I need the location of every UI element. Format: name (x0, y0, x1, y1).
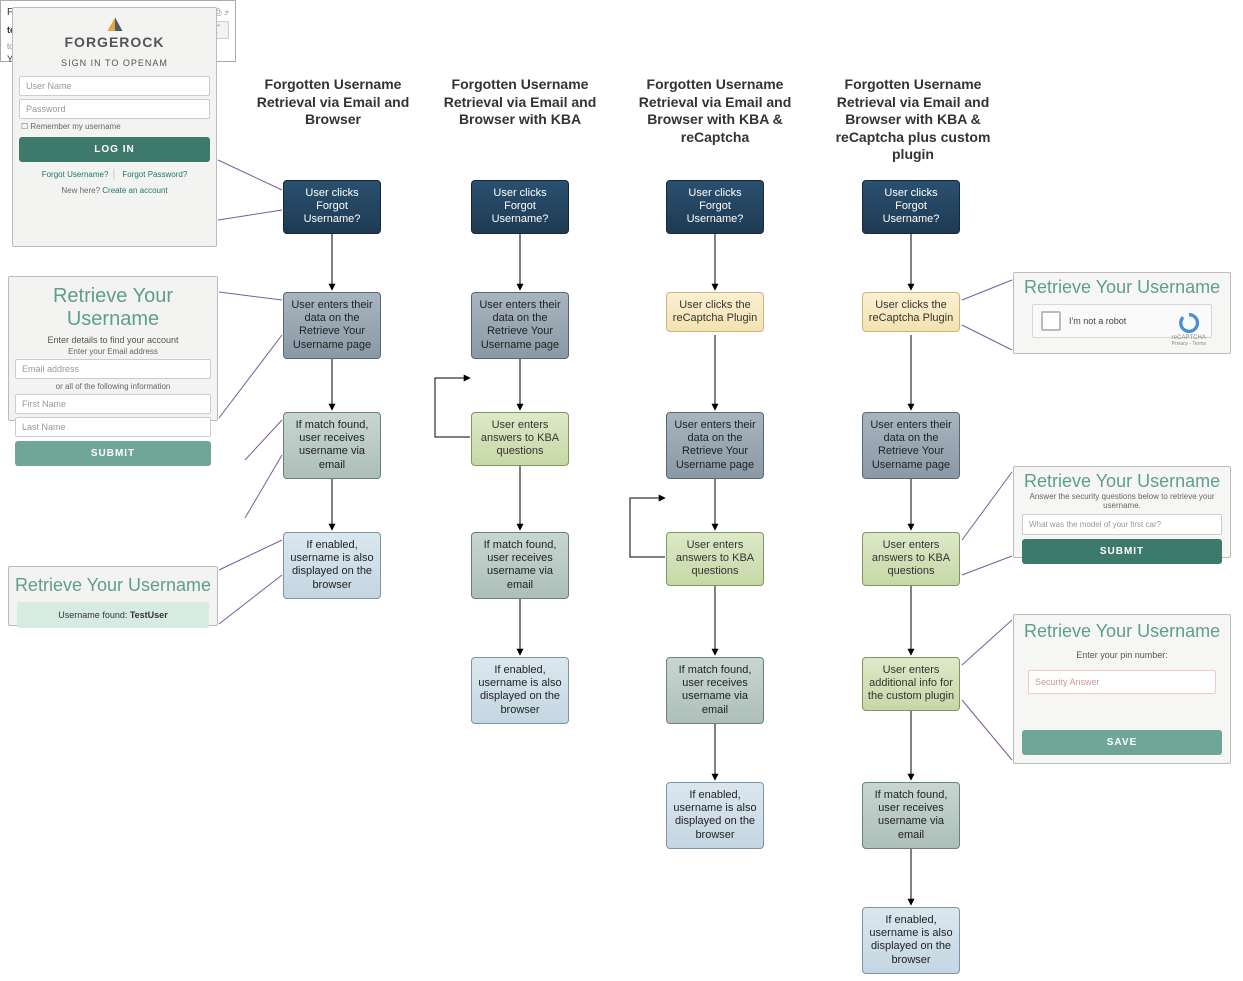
forgerock-mark-icon (106, 16, 124, 34)
new-here-text: New here? (61, 186, 100, 195)
retrieve-title: Retrieve Your Username (9, 277, 217, 333)
retrieve-submit-button[interactable]: SUBMIT (15, 441, 211, 466)
login-card: FORGEROCK SIGN IN TO OPENAM User Name Pa… (12, 7, 217, 247)
last-name-input[interactable]: Last Name (15, 417, 211, 437)
plugin-card: Retrieve Your Username Enter your pin nu… (1013, 614, 1231, 764)
c2-email: If match found, user receives username v… (471, 532, 569, 599)
kba-submit-button[interactable]: SUBMIT (1022, 539, 1222, 564)
c1-browser: If enabled, username is also displayed o… (283, 532, 381, 599)
retrieve-found-card: Retrieve Your Username Username found: T… (8, 566, 218, 626)
c3-kba: User enters answers to KBA questions (666, 532, 764, 586)
found-message: Username found: TestUser (17, 602, 209, 628)
c2-enter-data: User enters their data on the Retrieve Y… (471, 292, 569, 359)
found-title: Retrieve Your Username (9, 567, 217, 598)
plugin-save-button[interactable]: SAVE (1022, 730, 1222, 755)
heading-col4: Forgotten Username Retrieval via Email a… (823, 76, 1003, 164)
c3-email: If match found, user receives username v… (666, 657, 764, 724)
first-name-input[interactable]: First Name (15, 394, 211, 414)
c4-recaptcha: User clicks the reCaptcha Plugin (862, 292, 960, 332)
c4-kba: User enters answers to KBA questions (862, 532, 960, 586)
create-account-link[interactable]: Create an account (102, 186, 167, 195)
brand-logo: FORGEROCK (13, 12, 216, 52)
forgot-username-link[interactable]: Forgot Username? (42, 170, 109, 179)
c4-start: User clicks Forgot Username? (862, 180, 960, 234)
login-button[interactable]: LOG IN (19, 137, 210, 162)
kba-question-input[interactable]: What was the model of your first car? (1022, 514, 1222, 535)
c4-browser: If enabled, username is also displayed o… (862, 907, 960, 974)
c4-enter-data: User enters their data on the Retrieve Y… (862, 412, 960, 479)
kba-instructions: Answer the security questions below to r… (1022, 492, 1222, 510)
heading-col1: Forgotten Username Retrieval via Email a… (243, 76, 423, 129)
recaptcha-label: I'm not a robot (1069, 316, 1126, 326)
plugin-title: Retrieve Your Username (1024, 615, 1230, 642)
c2-browser: If enabled, username is also displayed o… (471, 657, 569, 724)
signin-title: SIGN IN TO OPENAM (13, 58, 216, 68)
kba-title: Retrieve Your Username (1024, 467, 1230, 492)
heading-col3: Forgotten Username Retrieval via Email a… (625, 76, 805, 146)
retrieve-help1: Enter details to find your account (9, 335, 217, 345)
c1-enter-data: User enters their data on the Retrieve Y… (283, 292, 381, 359)
c4-email: If match found, user receives username v… (862, 782, 960, 849)
c4-plugin: User enters additional info for the cust… (862, 657, 960, 711)
retrieve-form-card: Retrieve Your Username Enter details to … (8, 276, 218, 421)
recaptcha-title: Retrieve Your Username (1024, 273, 1230, 298)
c2-start: User clicks Forgot Username? (471, 180, 569, 234)
retrieve-help2: Enter your Email address (9, 347, 217, 356)
c1-email: If match found, user receives username v… (283, 412, 381, 479)
plugin-answer-input[interactable]: Security Answer (1028, 670, 1216, 694)
c3-browser: If enabled, username is also displayed o… (666, 782, 764, 849)
c2-kba: User enters answers to KBA questions (471, 412, 569, 466)
retrieve-or: or all of the following information (9, 382, 217, 391)
c3-enter-data: User enters their data on the Retrieve Y… (666, 412, 764, 479)
password-input[interactable]: Password (19, 99, 210, 119)
recaptcha-checkbox[interactable] (1041, 311, 1061, 331)
brand-text: FORGEROCK (13, 34, 216, 50)
c3-start: User clicks Forgot Username? (666, 180, 764, 234)
username-input[interactable]: User Name (19, 76, 210, 96)
c1-start: User clicks Forgot Username? (283, 180, 381, 234)
remember-checkbox[interactable]: ☐ Remember my username (21, 122, 208, 131)
kba-answer-card: Retrieve Your Username Answer the securi… (1013, 466, 1231, 558)
recaptcha-logo-icon: reCAPTCHA Privacy - Terms (1172, 313, 1206, 347)
recaptcha-card: Retrieve Your Username I'm not a robot r… (1013, 272, 1231, 354)
heading-col2: Forgotten Username Retrieval via Email a… (430, 76, 610, 129)
remember-label: Remember my username (30, 122, 120, 131)
forgot-password-link[interactable]: Forgot Password? (122, 170, 187, 179)
c3-recaptcha: User clicks the reCaptcha Plugin (666, 292, 764, 332)
email-input[interactable]: Email address (15, 359, 211, 379)
plugin-instructions: Enter your pin number: (1014, 650, 1230, 660)
